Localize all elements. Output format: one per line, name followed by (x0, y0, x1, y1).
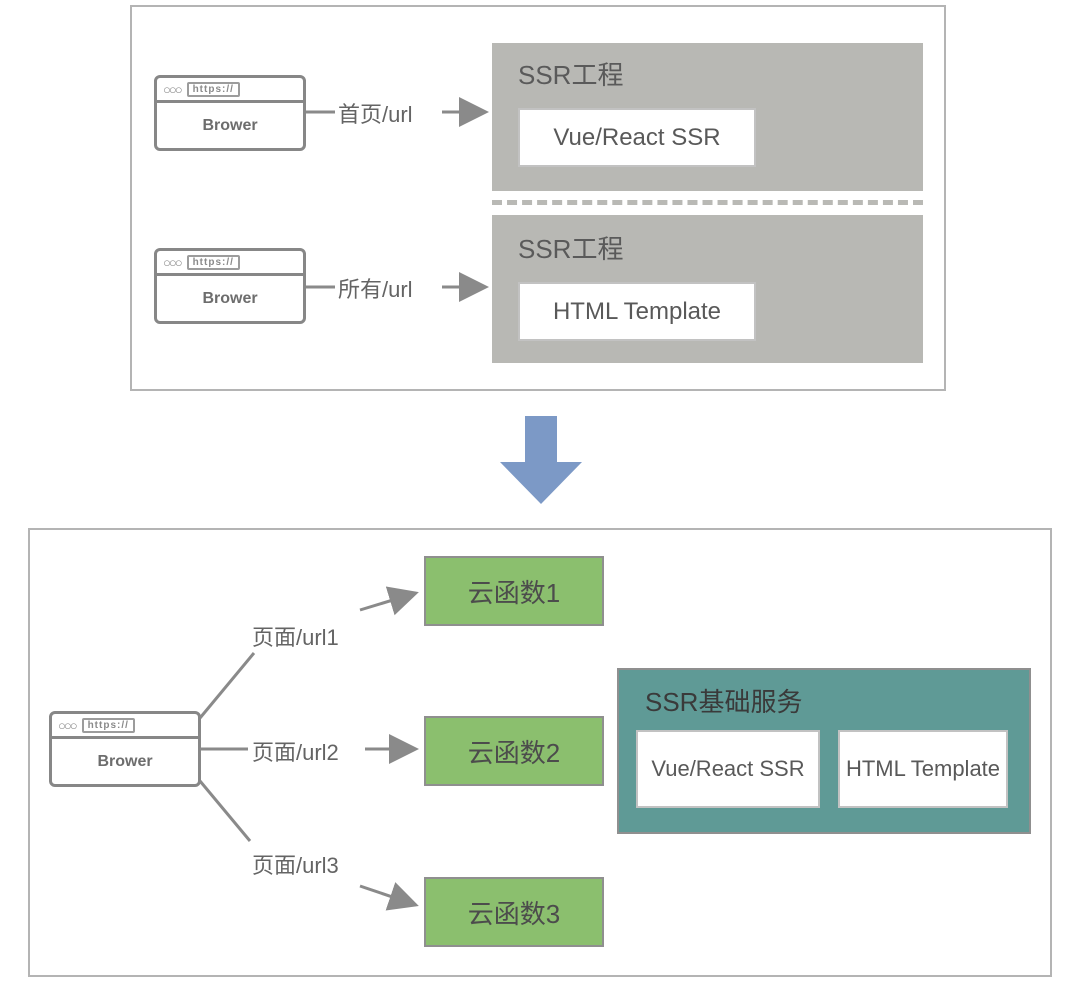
arrow-label-url1: 页面/url1 (252, 620, 339, 652)
browser-bottom: ○○○ https:// Brower (49, 711, 201, 787)
window-controls-icon: ○○○ (163, 255, 181, 270)
arrow-label-url2: 页面/url2 (252, 735, 339, 767)
window-controls-icon: ○○○ (58, 718, 76, 733)
cloud-function-1: 云函数1 (424, 556, 604, 626)
browser-chrome-bar: ○○○ https:// (157, 251, 303, 276)
ssr-base-service-title: SSR基础服务 (645, 682, 802, 719)
vue-react-ssr-box-2: Vue/React SSR (636, 730, 820, 808)
ssr-project-title-2: SSR工程 (518, 229, 623, 266)
cloud-function-2: 云函数2 (424, 716, 604, 786)
arrow-label-home-url: 首页/url (338, 97, 413, 129)
browser-label: Brower (157, 103, 303, 148)
address-bar: https:// (187, 255, 240, 270)
browser-chrome-bar: ○○○ https:// (157, 78, 303, 103)
vue-react-ssr-label: Vue/React SSR (651, 755, 804, 784)
html-template-box-1: HTML Template (518, 282, 756, 341)
transition-arrow-icon (498, 416, 584, 506)
diagram-canvas: SSR工程 Vue/React SSR SSR工程 HTML Template … (0, 0, 1080, 989)
address-bar: https:// (187, 82, 240, 97)
browser-top-1: ○○○ https:// Brower (154, 75, 306, 151)
arrow-label-all-url: 所有/url (338, 272, 413, 304)
html-template-label: HTML Template (846, 755, 1000, 784)
browser-top-2: ○○○ https:// Brower (154, 248, 306, 324)
dashed-divider (492, 200, 923, 205)
window-controls-icon: ○○○ (163, 82, 181, 97)
cloud-function-3: 云函数3 (424, 877, 604, 947)
vue-react-ssr-box-1: Vue/React SSR (518, 108, 756, 167)
address-bar: https:// (82, 718, 135, 733)
html-template-box-2: HTML Template (838, 730, 1008, 808)
arrow-label-url3: 页面/url3 (252, 848, 339, 880)
browser-label: Brower (157, 276, 303, 321)
ssr-project-title-1: SSR工程 (518, 55, 623, 92)
browser-chrome-bar: ○○○ https:// (52, 714, 198, 739)
browser-label: Brower (52, 739, 198, 784)
